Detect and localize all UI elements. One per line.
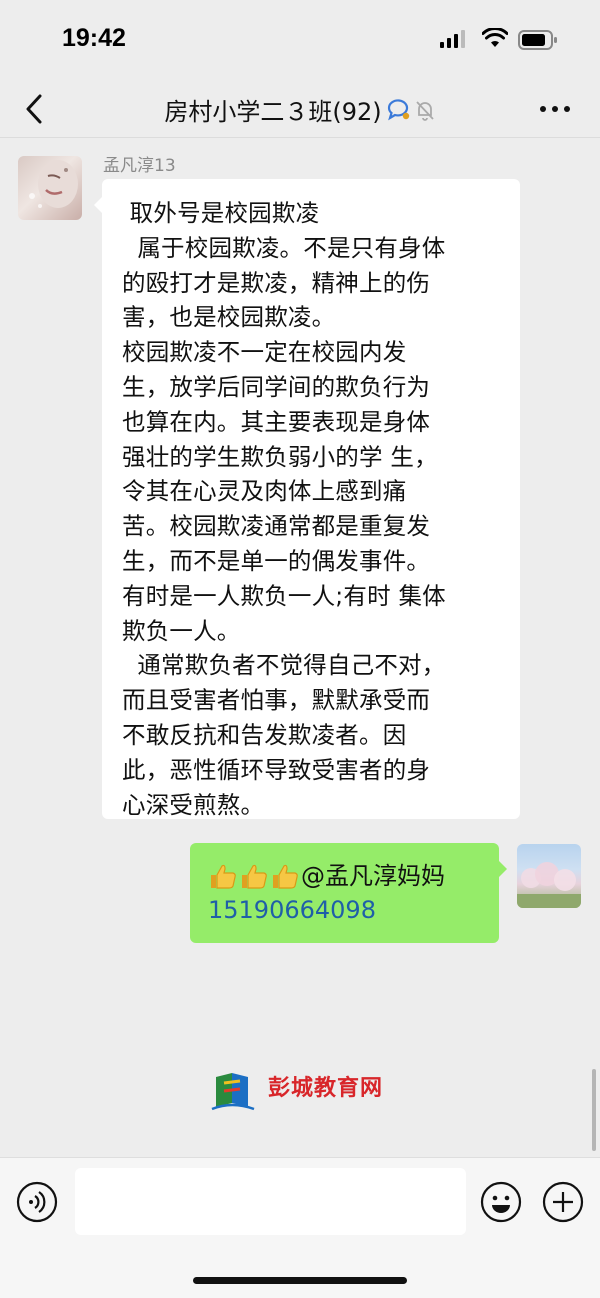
thumbs-up-icon bbox=[211, 864, 236, 889]
plus-icon[interactable] bbox=[542, 1181, 584, 1223]
emoji-icon[interactable] bbox=[480, 1181, 522, 1223]
my-avatar[interactable] bbox=[517, 844, 581, 908]
sender-name: 孟凡淳13 bbox=[103, 156, 176, 176]
outgoing-message-bubble[interactable]: @孟凡淳妈妈 15190664098 bbox=[190, 843, 507, 943]
signal-icon bbox=[440, 30, 465, 48]
thumbs-up-icon bbox=[242, 864, 267, 889]
mute-bell-icon bbox=[415, 100, 434, 121]
sender-avatar[interactable] bbox=[18, 156, 82, 220]
chat-title: 房村小学二３班(92) bbox=[164, 98, 382, 126]
home-indicator[interactable] bbox=[193, 1277, 407, 1284]
chat-bubble-icon bbox=[387, 98, 409, 120]
mention-text: @孟凡淳妈妈 bbox=[301, 862, 445, 890]
incoming-message-text: 取外号是校园欺凌 属于校园欺凌。不是只有身体 的殴打才是欺凌，精神上的伤 害，也… bbox=[122, 199, 446, 819]
chat-title-container: 房村小学二３班(92) bbox=[0, 92, 600, 127]
scrollbar[interactable] bbox=[592, 1069, 596, 1151]
wifi-icon bbox=[482, 28, 508, 47]
message-input[interactable] bbox=[75, 1168, 466, 1235]
outgoing-message-line: @孟凡淳妈妈 bbox=[208, 859, 483, 893]
voice-icon[interactable] bbox=[16, 1181, 58, 1223]
message-list[interactable]: 孟凡淳13 取外号是校园欺凌 属于校园欺凌。不是只有身体 的殴打才是欺凌，精神上… bbox=[0, 139, 600, 1157]
thumbs-up-icon bbox=[273, 864, 298, 889]
status-bar: 19:42 bbox=[0, 0, 600, 80]
more-dots-icon[interactable] bbox=[538, 102, 572, 116]
battery-icon bbox=[518, 30, 557, 50]
phone-number-link[interactable]: 15190664098 bbox=[208, 893, 483, 927]
watermark-text: 彭城教育网 bbox=[268, 1076, 384, 1101]
chat-header: 房村小学二３班(92) bbox=[0, 80, 600, 138]
status-time: 19:42 bbox=[62, 24, 126, 52]
incoming-message-bubble[interactable]: 取外号是校园欺凌 属于校园欺凌。不是只有身体 的殴打才是欺凌，精神上的伤 害，也… bbox=[94, 179, 520, 819]
input-bar bbox=[0, 1157, 600, 1298]
